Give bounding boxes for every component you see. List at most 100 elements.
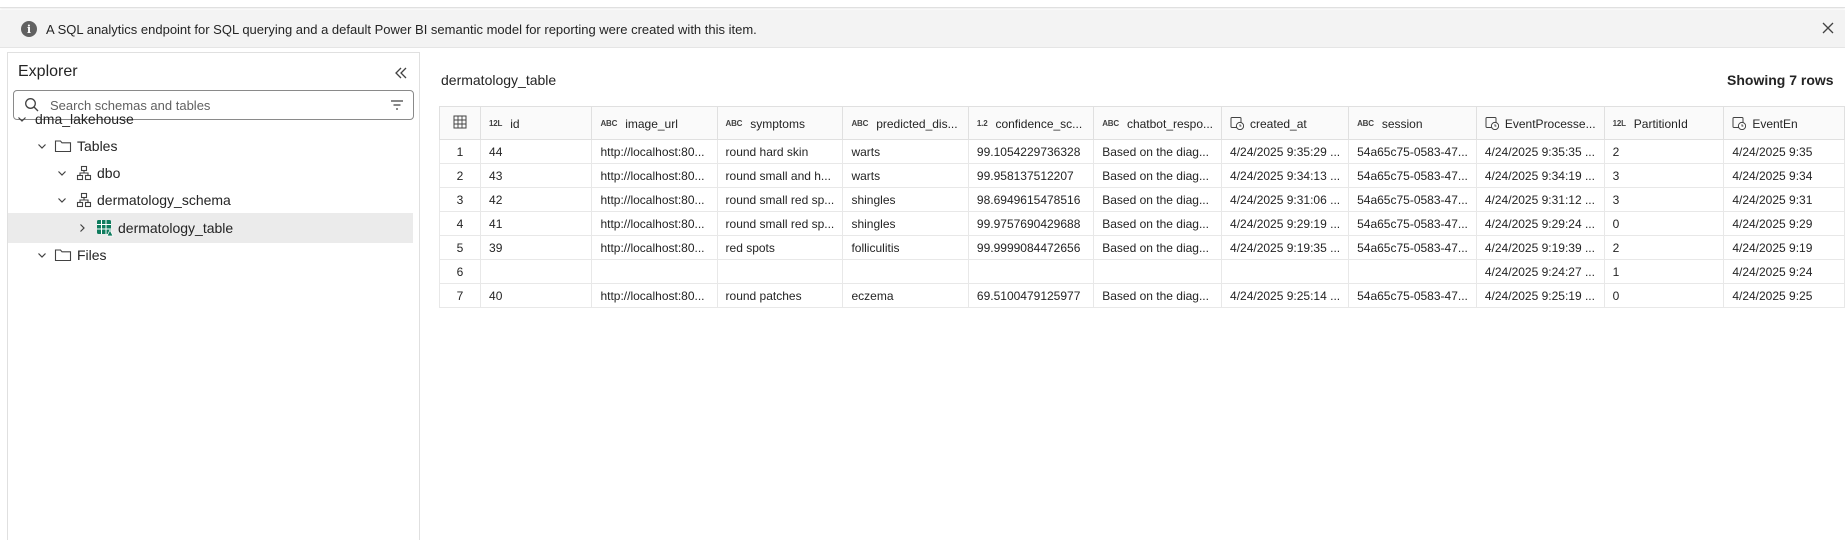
table-cell[interactable]: 4/24/2025 9:34:19 ... <box>1475 163 1605 188</box>
table-cell[interactable]: 44 <box>480 139 593 164</box>
table-cell[interactable]: 4/24/2025 9:25 <box>1723 283 1845 308</box>
table-cell[interactable]: 4/24/2025 9:19 <box>1723 235 1845 260</box>
tree-item-tables[interactable]: Tables <box>8 131 413 161</box>
table-cell[interactable]: 99.9757690429688 <box>967 211 1095 236</box>
table-cell[interactable]: 4/24/2025 9:19:35 ... <box>1221 235 1350 260</box>
column-header[interactable]: created_at <box>1221 106 1350 140</box>
chevron-down-icon[interactable] <box>56 167 68 179</box>
table-cell[interactable]: 54a65c75-0583-47... <box>1348 139 1477 164</box>
table-cell[interactable]: 98.6949615478516 <box>967 187 1095 212</box>
collapse-pane-icon[interactable] <box>391 63 411 83</box>
table-cell[interactable]: 4/24/2025 9:31:06 ... <box>1221 187 1350 212</box>
chevron-down-icon[interactable] <box>16 113 28 125</box>
column-header[interactable]: ABC chatbot_respo... <box>1093 106 1223 140</box>
table-cell[interactable]: 69.5100479125977 <box>967 283 1095 308</box>
table-cell[interactable]: 99.9999084472656 <box>967 235 1095 260</box>
table-cell[interactable]: http://localhost:80... <box>591 163 718 188</box>
tree-item-dermatology-schema[interactable]: dermatology_schema <box>8 185 413 215</box>
column-header[interactable]: ABC image_url <box>591 106 718 140</box>
table-row[interactable]: 4 41 http://localhost:80... round small red… <box>439 211 1845 236</box>
table-cell[interactable]: http://localhost:80... <box>591 139 718 164</box>
table-cell[interactable]: 4/24/2025 9:35 <box>1723 139 1845 164</box>
select-all-grid-icon[interactable] <box>439 106 482 140</box>
table-cell[interactable]: 4/24/2025 9:24 <box>1723 259 1845 284</box>
table-cell[interactable]: http://localhost:80... <box>591 211 718 236</box>
table-cell[interactable]: 2 <box>1603 235 1725 260</box>
table-cell[interactable]: round small red sp... <box>716 187 844 212</box>
table-cell[interactable] <box>842 259 969 284</box>
table-cell[interactable]: 99.958137512207 <box>967 163 1095 188</box>
table-cell[interactable]: Based on the diag... <box>1093 187 1223 212</box>
table-row[interactable]: 7 40 http://localhost:80... round patches ec… <box>439 283 1845 308</box>
tree-item-lakehouse[interactable]: dma_lakehouse <box>8 104 413 134</box>
table-cell[interactable]: round hard skin <box>716 139 844 164</box>
table-cell[interactable]: 4/24/2025 9:29 <box>1723 211 1845 236</box>
table-cell[interactable]: 4/24/2025 9:35:29 ... <box>1221 139 1350 164</box>
tree-item-files[interactable]: Files <box>8 240 413 270</box>
table-cell[interactable]: 1 <box>1603 259 1725 284</box>
table-cell[interactable]: 4/24/2025 9:25:14 ... <box>1221 283 1350 308</box>
table-cell[interactable]: shingles <box>842 187 969 212</box>
table-cell[interactable] <box>1221 259 1350 284</box>
table-cell[interactable]: 4/24/2025 9:29:24 ... <box>1475 211 1605 236</box>
table-cell[interactable]: 4/24/2025 9:34 <box>1723 163 1845 188</box>
table-cell[interactable]: 4/24/2025 9:24:27 ... <box>1475 259 1605 284</box>
table-cell[interactable]: Based on the diag... <box>1093 163 1223 188</box>
table-cell[interactable]: 39 <box>480 235 593 260</box>
table-cell[interactable]: 4/24/2025 9:19:39 ... <box>1475 235 1605 260</box>
column-header[interactable]: EventProcesse... <box>1475 106 1605 140</box>
table-cell[interactable]: 0 <box>1603 283 1725 308</box>
table-cell[interactable]: warts <box>842 139 969 164</box>
table-cell[interactable]: red spots <box>716 235 844 260</box>
table-cell[interactable]: http://localhost:80... <box>591 235 718 260</box>
table-cell[interactable]: round small red sp... <box>716 211 844 236</box>
tree-item-dbo[interactable]: dbo <box>8 158 413 188</box>
table-cell[interactable]: 40 <box>480 283 593 308</box>
table-cell[interactable]: 4/24/2025 9:29:19 ... <box>1221 211 1350 236</box>
column-header[interactable]: 12L id <box>480 106 593 140</box>
table-cell[interactable]: 4/24/2025 9:25:19 ... <box>1475 283 1605 308</box>
table-row[interactable]: 3 42 http://localhost:80... round small red… <box>439 187 1845 212</box>
table-cell[interactable]: http://localhost:80... <box>591 283 718 308</box>
table-cell[interactable] <box>480 259 593 284</box>
table-cell[interactable]: 4/24/2025 9:34:13 ... <box>1221 163 1350 188</box>
table-cell[interactable]: Based on the diag... <box>1093 283 1223 308</box>
chevron-down-icon[interactable] <box>36 249 48 261</box>
table-cell[interactable] <box>591 259 718 284</box>
column-header[interactable]: 1.2 confidence_sc... <box>967 106 1095 140</box>
table-cell[interactable]: Based on the diag... <box>1093 211 1223 236</box>
chevron-down-icon[interactable] <box>36 140 48 152</box>
table-cell[interactable]: 54a65c75-0583-47... <box>1348 187 1477 212</box>
table-cell[interactable]: 3 <box>1603 187 1725 212</box>
table-cell[interactable]: 54a65c75-0583-47... <box>1348 283 1477 308</box>
table-cell[interactable]: 43 <box>480 163 593 188</box>
table-cell[interactable]: 54a65c75-0583-47... <box>1348 163 1477 188</box>
table-cell[interactable]: Based on the diag... <box>1093 139 1223 164</box>
chevron-down-icon[interactable] <box>56 194 68 206</box>
table-cell[interactable] <box>716 259 844 284</box>
tree-item-dermatology-table[interactable]: dermatology_table <box>8 213 413 243</box>
table-cell[interactable]: 4/24/2025 9:31:12 ... <box>1475 187 1605 212</box>
table-cell[interactable]: warts <box>842 163 969 188</box>
table-cell[interactable]: folliculitis <box>842 235 969 260</box>
table-cell[interactable]: 2 <box>1603 139 1725 164</box>
table-cell[interactable] <box>1093 259 1223 284</box>
table-cell[interactable]: eczema <box>842 283 969 308</box>
table-cell[interactable] <box>967 259 1095 284</box>
column-header[interactable]: 12L PartitionId <box>1603 106 1725 140</box>
table-cell[interactable]: 42 <box>480 187 593 212</box>
column-header[interactable]: EventEn <box>1723 106 1845 140</box>
column-header[interactable]: ABC symptoms <box>716 106 844 140</box>
table-cell[interactable]: Based on the diag... <box>1093 235 1223 260</box>
table-cell[interactable]: round small and h... <box>716 163 844 188</box>
table-row[interactable]: 6 4/24/2025 9:24:27 ... 1 4/24/2025 9:24 <box>439 259 1845 284</box>
table-cell[interactable]: 4/24/2025 9:31 <box>1723 187 1845 212</box>
table-row[interactable]: 2 43 http://localhost:80... round small and… <box>439 163 1845 188</box>
table-cell[interactable] <box>1348 259 1477 284</box>
column-header[interactable]: ABC session <box>1348 106 1477 140</box>
table-cell[interactable]: 54a65c75-0583-47... <box>1348 211 1477 236</box>
table-cell[interactable]: 3 <box>1603 163 1725 188</box>
table-cell[interactable]: 41 <box>480 211 593 236</box>
table-cell[interactable]: http://localhost:80... <box>591 187 718 212</box>
table-cell[interactable]: 99.1054229736328 <box>967 139 1095 164</box>
